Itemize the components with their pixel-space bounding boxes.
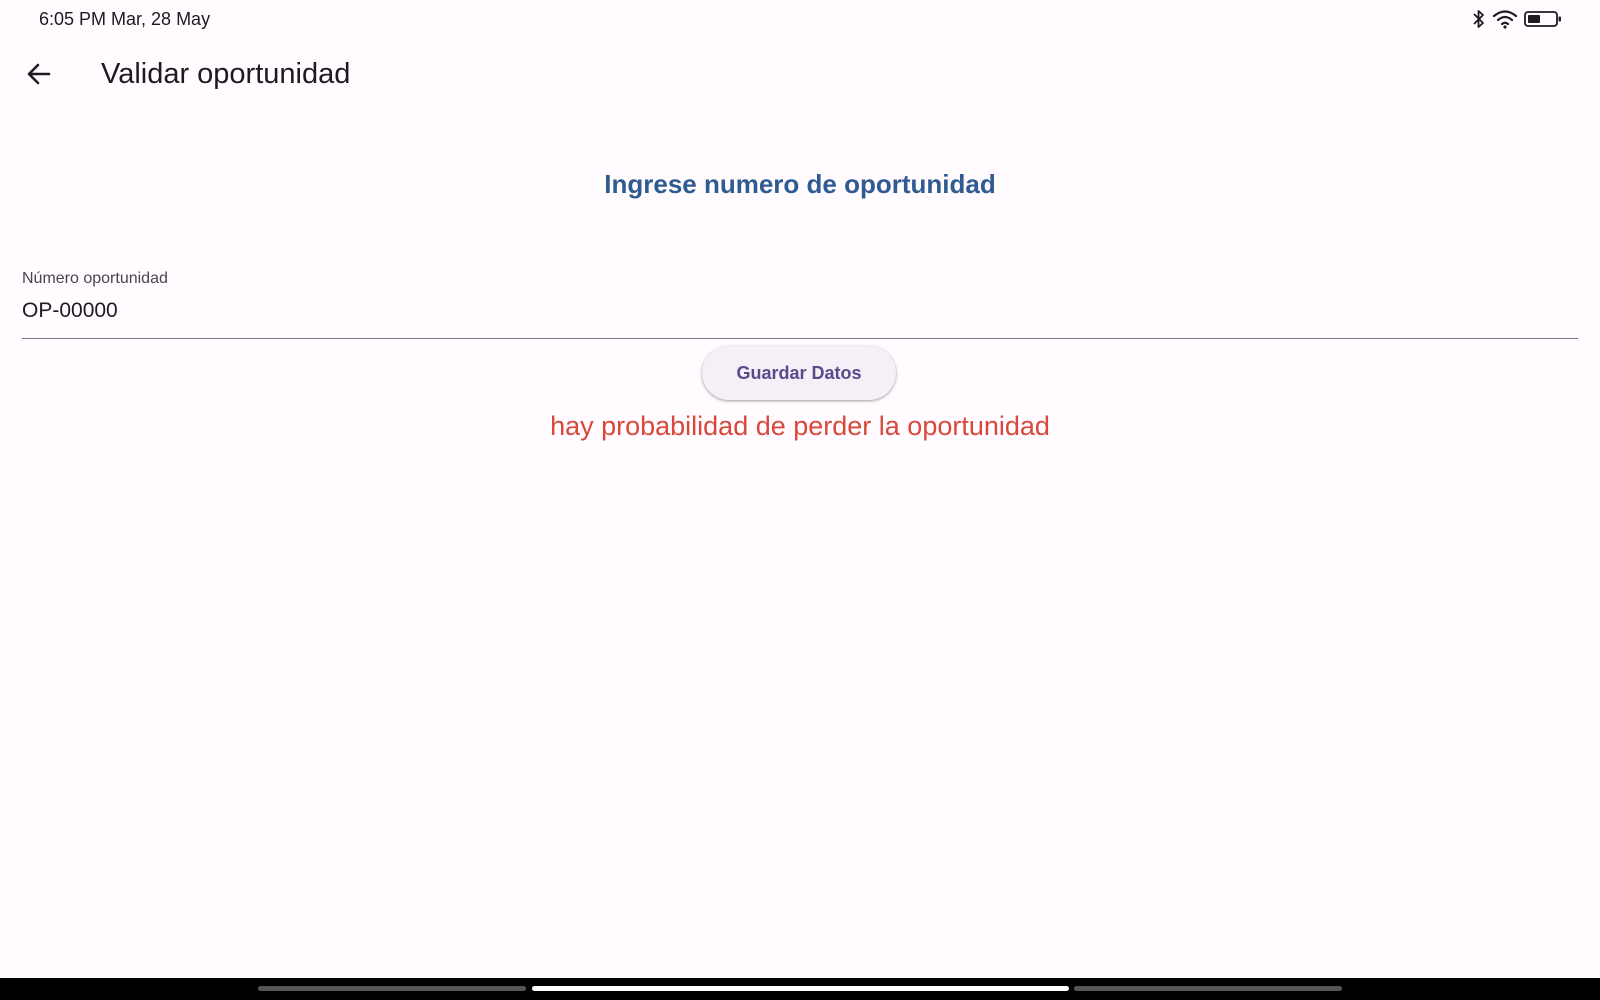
form-heading: Ingrese numero de oportunidad xyxy=(604,169,996,199)
opportunity-number-field: Número oportunidad xyxy=(22,264,1578,340)
back-button[interactable] xyxy=(15,56,63,96)
status-time: 6:05 PM Mar, 28 May xyxy=(39,9,211,29)
page-title: Validar oportunidad xyxy=(101,58,351,90)
battery-icon xyxy=(1524,9,1562,29)
arrow-back-icon xyxy=(25,60,53,93)
app-bar: Validar oportunidad xyxy=(0,38,1600,114)
nav-handle-center[interactable] xyxy=(532,986,1069,991)
opportunity-number-input[interactable] xyxy=(22,294,1578,328)
nav-handle-left xyxy=(258,986,526,991)
warning-message: hay probabilidad de perder la oportunida… xyxy=(550,411,1050,441)
wifi-icon xyxy=(1492,9,1518,29)
status-icons xyxy=(1472,9,1562,29)
bluetooth-icon xyxy=(1472,9,1486,29)
save-button[interactable]: Guardar Datos xyxy=(702,346,896,400)
navigation-bar xyxy=(0,978,1600,1000)
nav-handle-right xyxy=(1074,986,1342,991)
field-underline xyxy=(22,338,1578,339)
status-bar: 6:05 PM Mar, 28 May xyxy=(0,0,1600,38)
field-label: Número oportunidad xyxy=(22,270,168,287)
